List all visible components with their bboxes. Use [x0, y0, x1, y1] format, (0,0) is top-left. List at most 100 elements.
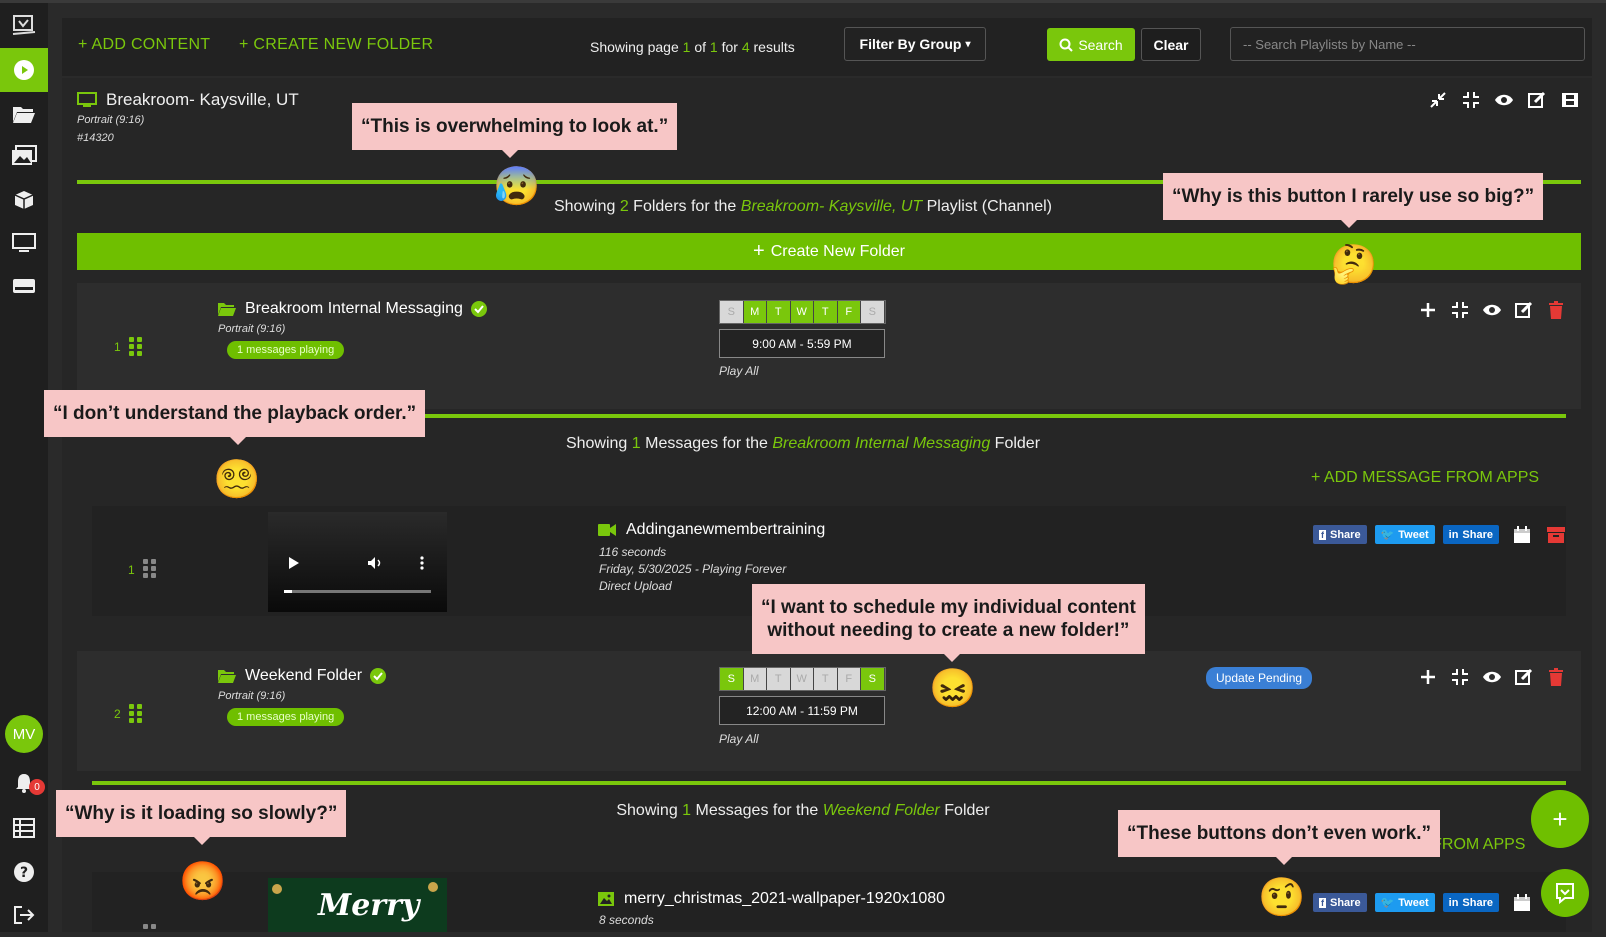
folder-name: Breakroom Internal Messaging: [245, 300, 463, 317]
twitter-icon: 🐦: [1380, 529, 1395, 541]
edit-icon[interactable]: [1514, 300, 1534, 320]
floating-add-button[interactable]: +: [1531, 790, 1589, 848]
day-tue[interactable]: T: [767, 668, 791, 690]
create-folder-label: CREATE NEW FOLDER: [253, 36, 434, 53]
calendar-icon[interactable]: [1513, 893, 1531, 912]
day-mon[interactable]: M: [743, 668, 767, 690]
edit-icon[interactable]: [1514, 667, 1534, 687]
image-icon: [598, 892, 614, 906]
drag-handle-icon[interactable]: [129, 704, 143, 724]
day-sat[interactable]: S: [861, 301, 885, 323]
sidebar-item-help[interactable]: ?: [0, 850, 48, 894]
folder-actions: [1418, 667, 1566, 687]
clear-button[interactable]: Clear: [1141, 28, 1201, 61]
sidebar-item-screens[interactable]: [0, 221, 48, 265]
compress-icon[interactable]: [1450, 667, 1470, 687]
avatar[interactable]: MV: [5, 715, 43, 753]
message-schedule: Friday, 5/30/2025 - Playing Forever: [599, 562, 787, 576]
day-tue[interactable]: T: [767, 301, 791, 323]
check-circle-icon: [370, 668, 387, 684]
calendar-icon[interactable]: [1513, 525, 1531, 544]
folder-title: Breakroom Internal Messaging: [217, 300, 487, 318]
add-message-from-apps-link[interactable]: + ADD MESSAGE FROM APPS: [1311, 469, 1539, 487]
chat-icon: [1556, 883, 1574, 905]
archive-delete-icon[interactable]: [1547, 526, 1565, 543]
play-mode: Play All: [719, 364, 759, 378]
trash-icon[interactable]: [1546, 667, 1566, 687]
tweet-button[interactable]: 🐦 Tweet: [1374, 525, 1435, 544]
sidebar-item-logout[interactable]: [0, 893, 48, 937]
sidebar-item-devices[interactable]: [0, 264, 48, 308]
more-vertical-icon[interactable]: [420, 556, 424, 570]
day-thu[interactable]: T: [814, 301, 838, 323]
callout-overwhelming: “This is overwhelming to look at.”: [352, 103, 678, 158]
linkedin-share-button[interactable]: in Share: [1442, 893, 1499, 912]
time-range-field[interactable]: 9:00 AM - 5:59 PM: [719, 329, 885, 358]
tweet-button[interactable]: 🐦 Tweet: [1374, 893, 1435, 912]
ornament-icon: [272, 884, 282, 894]
edit-icon[interactable]: [1527, 90, 1547, 110]
thumbnail-text: Merry: [318, 888, 420, 923]
filter-by-group-dropdown[interactable]: Filter By Group ▾: [844, 27, 986, 61]
linkedin-icon: in: [1448, 528, 1459, 541]
day-wed[interactable]: W: [790, 668, 814, 690]
trash-icon[interactable]: [1546, 300, 1566, 320]
message-duration: 8 seconds: [599, 913, 654, 927]
server-icon: [13, 279, 35, 293]
logout-icon: [14, 906, 35, 924]
day-sun[interactable]: S: [720, 301, 744, 323]
drag-handle-icon[interactable]: [143, 559, 157, 579]
day-sat[interactable]: S: [861, 668, 885, 690]
video-player[interactable]: [268, 512, 447, 612]
facebook-share-button[interactable]: f Share: [1313, 893, 1367, 912]
chat-support-button[interactable]: [1541, 869, 1589, 917]
logo-icon[interactable]: [0, 3, 48, 47]
create-new-folder-link[interactable]: + CREATE NEW FOLDER: [239, 36, 433, 54]
sidebar-item-media[interactable]: [0, 134, 48, 178]
film-icon[interactable]: [1560, 90, 1580, 110]
collapse-icon[interactable]: [1428, 90, 1448, 110]
drag-handle-icon[interactable]: [143, 924, 157, 932]
day-fri[interactable]: F: [837, 301, 861, 323]
thinking-face-emoji: 🤔: [1330, 244, 1378, 286]
top-border: [0, 0, 1606, 3]
angry-face-emoji: 😡: [179, 861, 227, 903]
search-playlists-input[interactable]: [1230, 27, 1585, 61]
day-fri[interactable]: F: [837, 668, 861, 690]
compress-icon[interactable]: [1461, 90, 1481, 110]
time-range-field[interactable]: 12:00 AM - 11:59 PM: [719, 696, 885, 725]
add-icon[interactable]: [1418, 667, 1438, 687]
day-thu[interactable]: T: [814, 668, 838, 690]
sidebar-item-playlists[interactable]: [0, 48, 48, 92]
paging-info: Showing page 1 of 1 for 4 results: [590, 39, 795, 55]
preview-eye-icon[interactable]: [1494, 90, 1514, 110]
help-icon: ?: [14, 862, 34, 882]
folder-order: 2: [114, 707, 121, 721]
sidebar-item-folders[interactable]: [0, 92, 48, 136]
facebook-share-button[interactable]: f Share: [1313, 525, 1367, 544]
day-wed[interactable]: W: [790, 301, 814, 323]
linkedin-share-button[interactable]: in Share: [1442, 525, 1499, 544]
images-icon: [12, 145, 37, 165]
folder-open-icon: [218, 670, 236, 683]
message-duration: 116 seconds: [599, 545, 667, 559]
day-mon[interactable]: M: [743, 301, 767, 323]
search-button[interactable]: Search: [1047, 28, 1135, 61]
preview-eye-icon[interactable]: [1482, 667, 1502, 687]
callout-button-too-big: “Why is this button I rarely use so big?…: [1163, 173, 1544, 228]
volume-icon[interactable]: [367, 556, 383, 570]
image-thumbnail[interactable]: Merry: [268, 878, 447, 932]
add-icon[interactable]: [1418, 300, 1438, 320]
video-progress-track[interactable]: [284, 590, 431, 593]
drag-handle-icon[interactable]: [129, 337, 143, 357]
ornament-icon: [428, 882, 438, 892]
channel-orientation: Portrait (9:16): [77, 114, 145, 126]
day-sun[interactable]: S: [720, 668, 744, 690]
preview-eye-icon[interactable]: [1482, 300, 1502, 320]
compress-icon[interactable]: [1450, 300, 1470, 320]
folder-title: Weekend Folder: [217, 667, 387, 685]
play-icon[interactable]: [288, 556, 300, 570]
notification-count-badge: 0: [29, 779, 45, 795]
channel-id: #14320: [77, 132, 114, 144]
add-content-link[interactable]: + ADD CONTENT: [78, 36, 210, 54]
